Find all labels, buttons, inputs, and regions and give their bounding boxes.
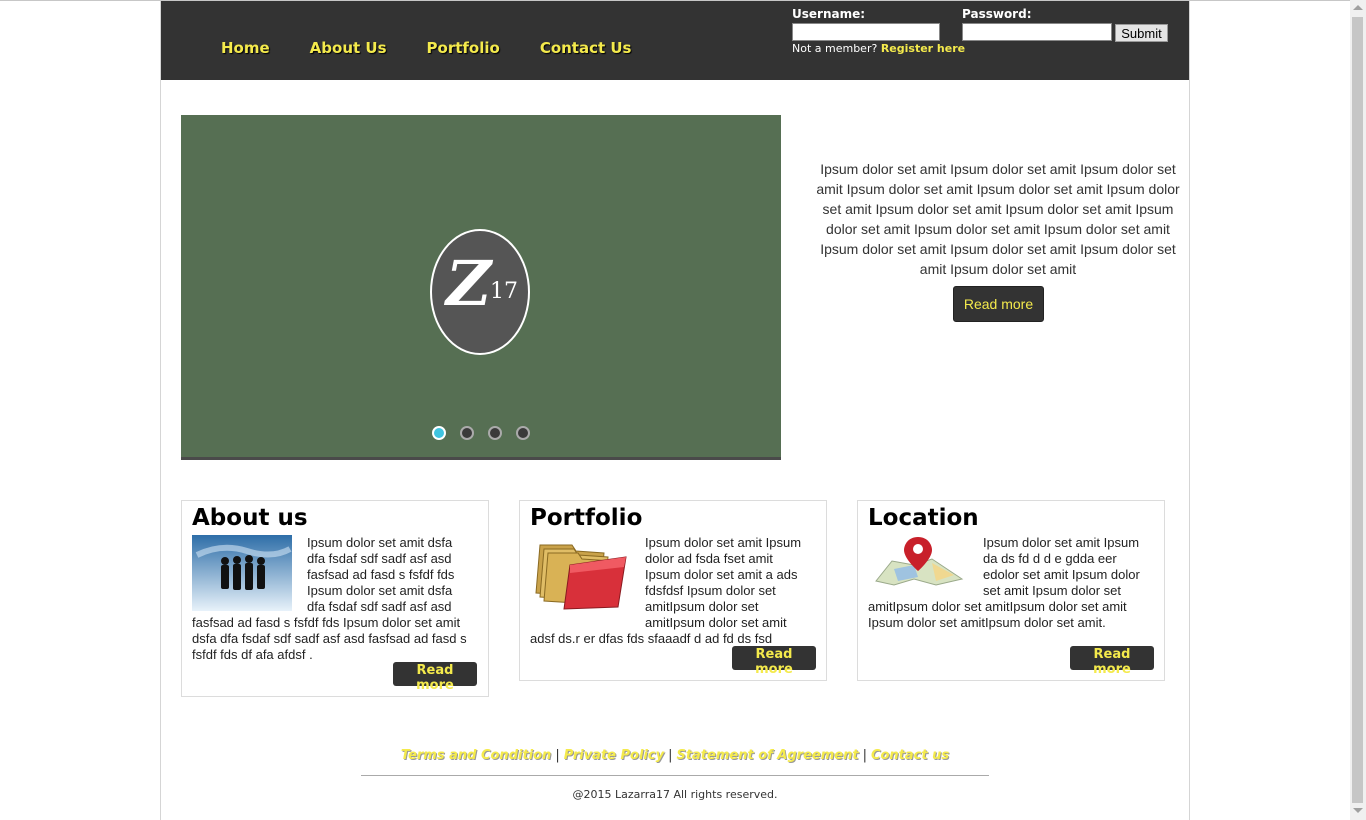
footer-statement-link[interactable]: Statement of Agreement: [676, 748, 858, 763]
logo-letter: Z: [446, 247, 492, 320]
card-title: Portfolio: [530, 505, 643, 531]
page-scrollbar[interactable]: [1350, 0, 1366, 820]
z17-logo: Z 17: [430, 229, 530, 355]
card-portfolio: Portfolio Ipsum dolor set amit Ipsum dol…: [519, 500, 827, 681]
scroll-down-arrow-icon[interactable]: [1353, 808, 1363, 813]
footer-terms-link[interactable]: Terms and Condition: [401, 748, 551, 763]
footer-divider: [361, 775, 989, 776]
slider-dot-1[interactable]: [432, 426, 446, 440]
nav-contact-us[interactable]: Contact Us: [540, 39, 632, 57]
not-member-text: Not a member?: [792, 42, 878, 55]
logo-number: 17: [490, 279, 518, 304]
slider-dot-2[interactable]: [460, 426, 474, 440]
footer-separator: |: [668, 748, 673, 763]
scrollbar-thumb[interactable]: [1352, 17, 1363, 803]
slider-dot-3[interactable]: [488, 426, 502, 440]
slider-dot-4[interactable]: [516, 426, 530, 440]
slider-dots: [432, 426, 544, 440]
username-label: Username:: [792, 7, 866, 21]
site-header: Home About Us Portfolio Contact Us Usern…: [161, 1, 1189, 80]
card-text: Ipsum dolor set amit Ipsum da ds fd d d …: [868, 535, 1140, 630]
card-about-us: About us Ipsum dolor set amit dsfa dfa f…: [181, 500, 489, 697]
about-read-more-button[interactable]: Read more: [393, 662, 477, 693]
username-input[interactable]: [792, 23, 940, 41]
nav-home[interactable]: Home: [221, 39, 270, 57]
main-nav: Home About Us Portfolio Contact Us: [221, 39, 672, 57]
card-title: About us: [192, 505, 308, 531]
copyright-text: @2015 Lazarra17 All rights reserved.: [572, 788, 778, 801]
intro-text: Ipsum dolor set amit Ipsum dolor set ami…: [816, 161, 1180, 277]
footer-separator: |: [555, 748, 560, 763]
portfolio-read-more-button[interactable]: Read more: [732, 646, 816, 677]
card-location: Location Ipsum dolor set amit Ipsum da d…: [857, 500, 1165, 681]
register-link[interactable]: Register here: [881, 42, 965, 55]
footer-privacy-link[interactable]: Private Policy: [564, 748, 664, 763]
submit-button[interactable]: Submit: [1115, 24, 1168, 42]
page-container: Home About Us Portfolio Contact Us Usern…: [160, 1, 1190, 820]
username-group: Username:: [792, 7, 940, 41]
footer-links: Terms and Condition | Private Policy | State…: [161, 748, 1189, 763]
footer-contact-link[interactable]: Contact us: [871, 748, 949, 763]
nav-portfolio[interactable]: Portfolio: [427, 39, 500, 57]
image-slider: Z 17: [181, 115, 781, 460]
intro-read-more-button[interactable]: Read more: [953, 286, 1044, 322]
member-line: Not a member? Register here: [792, 42, 965, 55]
password-input[interactable]: [962, 23, 1112, 41]
footer-separator: |: [862, 748, 867, 763]
slider-bottom-bar: [181, 457, 781, 460]
password-label: Password:: [962, 7, 1032, 21]
scroll-up-arrow-icon[interactable]: [1353, 5, 1363, 10]
location-read-more-button[interactable]: Read more: [1070, 646, 1154, 677]
card-title: Location: [868, 505, 979, 531]
nav-about-us[interactable]: About Us: [310, 39, 387, 57]
card-text: Ipsum dolor set amit Ipsum dolor ad fsda…: [530, 535, 802, 646]
password-group: Password:: [962, 7, 1112, 41]
card-text: Ipsum dolor set amit dsfa dfa fsdaf sdf …: [192, 535, 467, 662]
